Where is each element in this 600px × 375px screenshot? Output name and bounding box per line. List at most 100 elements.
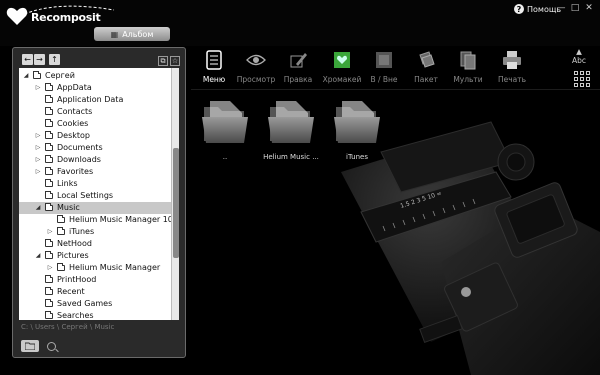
tree-item[interactable]: Links bbox=[19, 178, 179, 190]
folder-icon bbox=[45, 311, 53, 319]
folder-label: Helium Music ... bbox=[263, 153, 319, 161]
folder-icon bbox=[45, 191, 53, 199]
sort-button[interactable]: ▲ Abc bbox=[572, 47, 586, 65]
toolbar-view[interactable]: Просмотр bbox=[233, 49, 279, 84]
tree-item[interactable]: Searches bbox=[19, 310, 179, 320]
toolbar-chromakey[interactable]: Хромакей bbox=[319, 49, 365, 84]
multi-icon bbox=[457, 49, 479, 71]
app-logo: Recomposit bbox=[4, 2, 124, 30]
tree-item[interactable]: ▷ iTunes bbox=[19, 226, 179, 238]
tree-item[interactable]: ▷ Desktop bbox=[19, 130, 179, 142]
collapsed-arrow-icon[interactable]: ▷ bbox=[35, 154, 41, 166]
toolbar-edit-label: Правка bbox=[283, 75, 313, 84]
tree-item[interactable]: ▷ AppData bbox=[19, 82, 179, 94]
tree-item-label: NetHood bbox=[57, 239, 92, 248]
collapsed-arrow-icon[interactable]: ▷ bbox=[47, 226, 53, 238]
scroll-thumb[interactable] bbox=[173, 148, 179, 258]
tree-item[interactable]: Contacts bbox=[19, 106, 179, 118]
panel-bottom-tools bbox=[21, 340, 56, 352]
menu-icon bbox=[203, 49, 225, 71]
collapsed-arrow-icon[interactable]: ▷ bbox=[35, 166, 41, 178]
toolbar-view-label: Просмотр bbox=[236, 75, 276, 84]
tree-scrollbar[interactable] bbox=[171, 68, 179, 320]
panel-tools: ⧉ ☆ bbox=[158, 56, 180, 66]
current-path: C: \ Users \ Сергей \ Music bbox=[21, 323, 115, 331]
up-button[interactable]: ↑ bbox=[49, 54, 60, 65]
tree-item[interactable]: ◢ Pictures bbox=[19, 250, 179, 262]
help-button[interactable]: ? Помощь bbox=[514, 4, 561, 14]
maximize-button[interactable]: □ bbox=[570, 3, 580, 13]
folder-tree[interactable]: ◢ Сергей ▷ AppData Application Data Contacts C… bbox=[19, 68, 179, 320]
tree-item-label: Favorites bbox=[57, 167, 94, 176]
folder-item[interactable]: iTunes bbox=[329, 97, 385, 161]
toolbar-multi[interactable]: Мульти bbox=[445, 49, 491, 84]
folder-view-button[interactable] bbox=[21, 340, 39, 352]
tree-item[interactable]: ◢ Сергей bbox=[19, 70, 179, 82]
tree-item[interactable]: PrintHood bbox=[19, 274, 179, 286]
favorite-button[interactable]: ☆ bbox=[170, 56, 180, 66]
toolbar-in-out-label: В / Вне bbox=[370, 75, 398, 84]
toolbar-in-out[interactable]: В / Вне bbox=[361, 49, 407, 84]
new-folder-button[interactable]: ⧉ bbox=[158, 56, 168, 66]
collapsed-arrow-icon[interactable]: ▷ bbox=[35, 82, 41, 94]
toolbar-print[interactable]: Печать bbox=[489, 49, 535, 84]
tree-item[interactable]: ▷ Favorites bbox=[19, 166, 179, 178]
folder-icon bbox=[25, 342, 35, 350]
folder-item[interactable]: .. bbox=[197, 97, 253, 161]
expanded-arrow-icon[interactable]: ◢ bbox=[35, 250, 41, 262]
batch-icon bbox=[415, 49, 437, 71]
folder-icon bbox=[45, 119, 53, 127]
nav-buttons: ← → ↑ bbox=[22, 54, 60, 65]
toolbar-batch[interactable]: Пакет bbox=[403, 49, 449, 84]
tree-item-label: Contacts bbox=[57, 107, 93, 116]
tree-item[interactable]: Helium Music Manager 10 bbox=[19, 214, 179, 226]
collapsed-arrow-icon[interactable]: ▷ bbox=[35, 142, 41, 154]
tree-item[interactable]: Cookies bbox=[19, 118, 179, 130]
collapsed-arrow-icon[interactable]: ▷ bbox=[35, 130, 41, 142]
tree-item-label: Helium Music Manager 10 bbox=[69, 215, 173, 224]
tree-item[interactable]: ▷ Documents bbox=[19, 142, 179, 154]
search-icon[interactable] bbox=[47, 341, 56, 351]
help-icon: ? bbox=[514, 4, 524, 14]
folder-panel: ← → ↑ ⧉ ☆ ◢ Сергей ▷ AppData Application Dat… bbox=[12, 47, 186, 358]
tree-item-label: Saved Games bbox=[57, 299, 113, 308]
expanded-arrow-icon[interactable]: ◢ bbox=[35, 202, 41, 214]
grid-view-icon[interactable] bbox=[574, 71, 590, 87]
folder-icon bbox=[202, 101, 248, 143]
sort-arrow-icon: ▲ bbox=[576, 47, 582, 56]
back-button[interactable]: ← bbox=[22, 54, 33, 65]
forward-button[interactable]: → bbox=[34, 54, 45, 65]
folder-icon bbox=[45, 239, 53, 247]
grid-small-icon: ▦ bbox=[110, 29, 119, 39]
toolbar-batch-label: Пакет bbox=[414, 75, 438, 84]
eye-icon bbox=[245, 49, 267, 71]
tree-item[interactable]: Local Settings bbox=[19, 190, 179, 202]
folder-item[interactable]: Helium Music ... bbox=[263, 97, 319, 161]
tree-item[interactable]: Application Data bbox=[19, 94, 179, 106]
tree-item-label: Recent bbox=[57, 287, 85, 296]
folder-icon bbox=[268, 101, 314, 143]
close-button[interactable]: ✕ bbox=[584, 3, 594, 13]
toolbar-edit[interactable]: Правка bbox=[275, 49, 321, 84]
folder-label: .. bbox=[222, 153, 228, 161]
tree-item-label: PrintHood bbox=[57, 275, 97, 284]
folder-icon bbox=[45, 107, 53, 115]
tree-item[interactable]: NetHood bbox=[19, 238, 179, 250]
tree-item-label: Application Data bbox=[57, 95, 124, 104]
tree-item[interactable]: ▷ Downloads bbox=[19, 154, 179, 166]
toolbar-multi-label: Мульти bbox=[453, 75, 483, 84]
tree-item-label: Helium Music Manager bbox=[69, 263, 161, 272]
tree-item[interactable]: ▷ Helium Music Manager bbox=[19, 262, 179, 274]
tab-album[interactable]: ▦ Альбом bbox=[94, 27, 170, 41]
tree-item-label: Links bbox=[57, 179, 78, 188]
tab-album-label: Альбом bbox=[122, 29, 154, 39]
expanded-arrow-icon[interactable]: ◢ bbox=[23, 70, 29, 82]
folder-icon bbox=[45, 287, 53, 295]
toolbar-divider bbox=[191, 89, 600, 90]
tree-item[interactable]: Saved Games bbox=[19, 298, 179, 310]
tree-item[interactable]: Recent bbox=[19, 286, 179, 298]
minimize-button[interactable]: — bbox=[556, 3, 566, 13]
collapsed-arrow-icon[interactable]: ▷ bbox=[47, 262, 53, 274]
toolbar-menu[interactable]: Меню bbox=[191, 49, 237, 84]
tree-item[interactable]: ◢ Music bbox=[19, 202, 179, 214]
